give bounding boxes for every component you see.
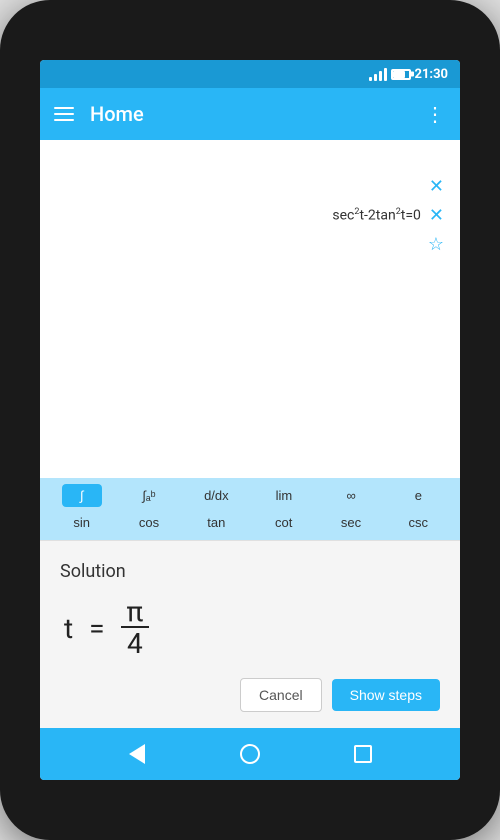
sup-2b: 2	[396, 207, 401, 217]
solution-math: t = π 4	[60, 598, 440, 658]
sup-2: 2	[354, 207, 359, 217]
phone-screen: 21:30 Home ⋮ ✕	[40, 60, 460, 780]
solution-equals: =	[89, 612, 104, 645]
spacer	[56, 156, 444, 176]
key-tan[interactable]: tan	[196, 511, 236, 534]
solution-fraction: π 4	[121, 598, 150, 658]
math-keyboard: ∫ ∫ₐᵇ d/dx lim ∞ e sin cos tan cot sec c…	[40, 478, 460, 540]
key-csc[interactable]: csc	[398, 511, 438, 534]
key-sin[interactable]: sin	[62, 511, 102, 534]
status-time: 21:30	[415, 67, 449, 82]
nav-bar	[40, 728, 460, 780]
solution-variable: t	[64, 612, 73, 645]
signal-bar-3	[379, 71, 382, 81]
keyboard-row-1: ∫ ∫ₐᵇ d/dx lim ∞ e	[40, 482, 460, 509]
signal-bar-1	[369, 77, 372, 81]
equation-area: ✕ sec2t-2tan2t=0 ✕ ☆	[40, 140, 460, 478]
battery-icon	[391, 69, 411, 80]
hamburger-line-1	[54, 107, 74, 109]
equation-row: sec2t-2tan2t=0 ✕	[56, 205, 444, 226]
recents-icon	[354, 745, 372, 763]
status-bar: 21:30	[40, 60, 460, 88]
key-infinity[interactable]: ∞	[331, 484, 371, 507]
back-icon	[129, 744, 145, 764]
empty-equation-row: ✕	[56, 176, 444, 197]
key-sec[interactable]: sec	[331, 511, 371, 534]
solution-panel: Solution t = π 4 Cancel Show steps	[40, 540, 460, 728]
clear-icon-1[interactable]: ✕	[429, 176, 444, 197]
key-euler[interactable]: e	[398, 484, 438, 507]
key-cot[interactable]: cot	[264, 511, 304, 534]
keyboard-row-2: sin cos tan cot sec csc	[40, 509, 460, 536]
equation-display: sec2t-2tan2t=0	[332, 207, 421, 224]
fraction-numerator: π	[121, 598, 150, 628]
key-integral[interactable]: ∫	[62, 484, 102, 507]
solution-actions: Cancel Show steps	[60, 678, 440, 712]
key-definite-integral[interactable]: ∫ₐᵇ	[129, 484, 169, 507]
solution-label: Solution	[60, 561, 440, 582]
recents-button[interactable]	[343, 734, 383, 774]
signal-icon	[369, 67, 387, 81]
status-icons: 21:30	[369, 67, 449, 82]
back-button[interactable]	[117, 734, 157, 774]
cancel-button[interactable]: Cancel	[240, 678, 322, 712]
signal-bar-4	[384, 68, 387, 81]
key-derivative[interactable]: d/dx	[196, 484, 237, 507]
key-cos[interactable]: cos	[129, 511, 169, 534]
battery-fill	[393, 71, 406, 78]
hamburger-line-3	[54, 119, 74, 121]
clear-icon-2[interactable]: ✕	[429, 205, 444, 226]
phone-device: 21:30 Home ⋮ ✕	[0, 0, 500, 840]
signal-bar-2	[374, 74, 377, 81]
show-steps-button[interactable]: Show steps	[332, 679, 440, 711]
key-limit[interactable]: lim	[264, 484, 304, 507]
menu-icon[interactable]	[54, 107, 74, 121]
fraction-denominator: 4	[121, 630, 149, 658]
app-title: Home	[90, 102, 409, 126]
app-bar: Home ⋮	[40, 88, 460, 140]
hamburger-line-2	[54, 113, 74, 115]
bookmark-icon[interactable]: ☆	[428, 234, 444, 255]
home-icon	[240, 744, 260, 764]
home-button[interactable]	[230, 734, 270, 774]
star-row: ☆	[56, 234, 444, 255]
more-options-icon[interactable]: ⋮	[425, 102, 446, 126]
main-content: ✕ sec2t-2tan2t=0 ✕ ☆ ∫ ∫ₐᵇ	[40, 140, 460, 728]
